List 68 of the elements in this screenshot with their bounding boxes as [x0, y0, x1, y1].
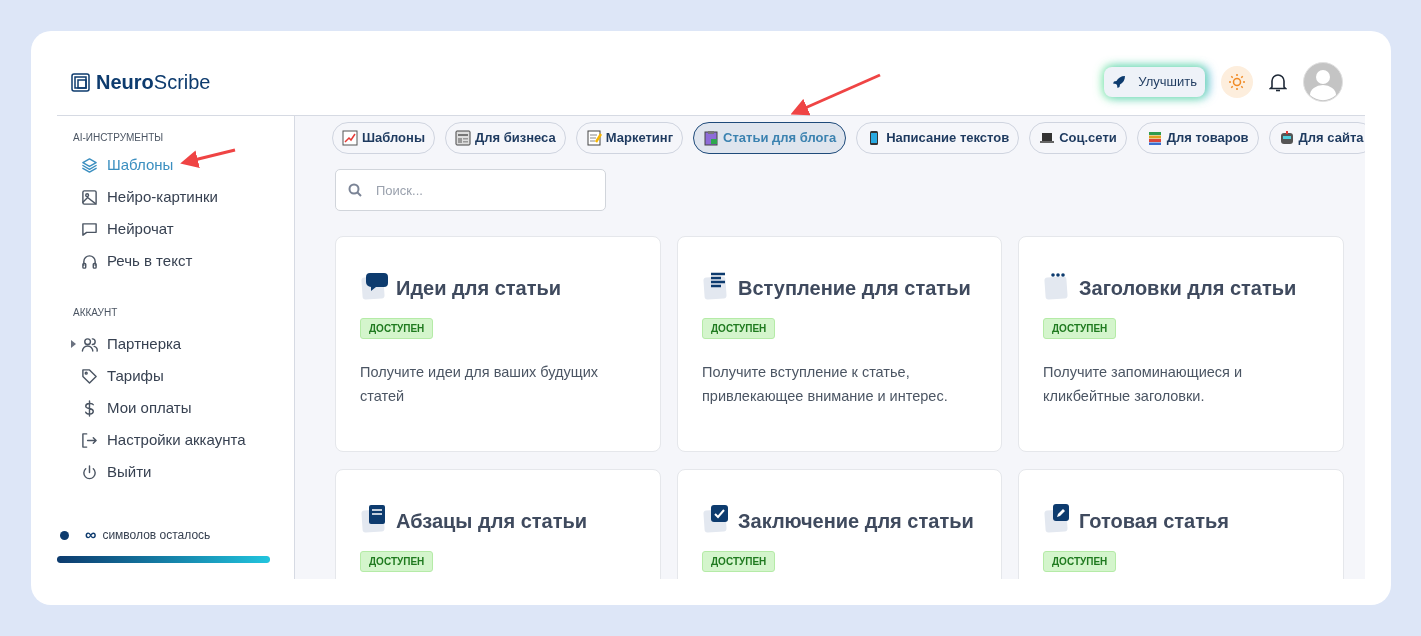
laptop-icon	[1039, 130, 1056, 146]
tag-icon	[81, 367, 98, 385]
category-chip[interactable]: Для сайта	[1268, 122, 1365, 154]
search-icon	[348, 183, 362, 197]
credits-text: символов осталось	[102, 527, 211, 544]
sidebar-item[interactable]: Нейро-картинки	[57, 181, 294, 213]
card-title: Идеи для статьи	[396, 276, 562, 301]
sidebar-item[interactable]: Мои оплаты	[57, 392, 294, 424]
memo-icon	[585, 130, 602, 146]
search-field[interactable]: Поиск...	[335, 169, 606, 211]
chat-bubble-icon	[81, 220, 98, 238]
template-card[interactable]: Заключение для статьи ДОСТУПЕН	[677, 469, 1002, 579]
books-icon	[1146, 130, 1163, 146]
template-card[interactable]: Абзацы для статьи ДОСТУПЕН	[335, 469, 661, 579]
status-badge: ДОСТУПЕН	[702, 551, 776, 572]
logo-text: NeuroScribe	[96, 70, 211, 95]
caret-icon[interactable]	[71, 340, 76, 348]
status-badge: ДОСТУПЕН	[702, 318, 776, 339]
category-chip[interactable]: Для товаров	[1136, 122, 1259, 154]
template-card[interactable]: Вступление для статьи ДОСТУПЕН Получите вступление к статье, привлекающее внимание и интерес.	[677, 236, 1002, 452]
power-icon	[81, 463, 98, 481]
category-chip[interactable]: Для бизнеса	[445, 122, 566, 154]
section-heading: АККАУНТ	[72, 306, 119, 320]
annotation-arrow	[180, 148, 236, 168]
template-card[interactable]: Готовая статья ДОСТУПЕН	[1018, 469, 1344, 579]
users-icon	[81, 335, 98, 353]
robot-icon	[1278, 130, 1295, 146]
card-title: Заключение для статьи	[738, 509, 974, 534]
template-card[interactable]: Идеи для статьи ДОСТУПЕН Получите идеи для ваших будущих статей	[335, 236, 661, 452]
card-title: Заголовки для статьи	[1079, 276, 1297, 301]
infinity-symbol: ∞	[85, 527, 97, 543]
card-title: Вступление для статьи	[738, 276, 971, 301]
upgrade-button[interactable]: Улучшить	[1104, 67, 1205, 97]
category-chip[interactable]: Маркетинг	[575, 122, 684, 154]
card-title: Готовая статья	[1079, 509, 1229, 534]
status-badge: ДОСТУПЕН	[1043, 551, 1117, 572]
card-description: Получите идеи для ваших будущих статей	[360, 363, 600, 406]
sidebar-item[interactable]: Тарифы	[57, 360, 294, 392]
sidebar-item[interactable]: Речь в текст	[57, 245, 294, 277]
image-icon	[81, 188, 98, 206]
logo-icon	[71, 72, 90, 92]
sidebar-item[interactable]: Выйти	[57, 456, 294, 488]
theme-toggle-button[interactable]	[1221, 66, 1253, 98]
clipboard-icon	[703, 130, 720, 146]
sidebar-item[interactable]: Нейрочат	[57, 213, 294, 245]
sidebar-item[interactable]: Настройки аккаунта	[57, 424, 294, 456]
layers-icon	[81, 156, 98, 174]
sidebar-item[interactable]: Шаблоны	[57, 149, 294, 181]
chart-icon	[342, 130, 358, 146]
card-description: Получите запоминающиеся и кликбейтные заголовки.	[1043, 363, 1244, 406]
status-badge: ДОСТУПЕН	[1043, 318, 1117, 339]
card-title: Абзацы для статьи	[396, 509, 588, 534]
logout-icon	[81, 431, 98, 449]
card-description: Получите вступление к статье, привлекающее внимание и интерес.	[702, 363, 949, 406]
section-heading: AI-ИНСТРУМЕНТЫ	[72, 131, 165, 145]
speech-bubble-icon	[360, 271, 390, 301]
rocket-icon	[1112, 75, 1127, 89]
sidebar-item[interactable]: Партнерка	[57, 328, 294, 360]
sun-icon	[1228, 73, 1246, 91]
status-badge: ДОСТУПЕН	[360, 551, 434, 572]
category-chip[interactable]: Написание текстов	[856, 122, 1020, 154]
newspaper-icon	[455, 130, 471, 146]
notification-bell-icon[interactable]	[1269, 72, 1287, 92]
category-chip[interactable]: Шаблоны	[332, 122, 435, 154]
status-badge: ДОСТУПЕН	[360, 318, 434, 339]
headphones-icon	[81, 252, 98, 270]
template-card[interactable]: Заголовки для статьи ДОСТУПЕН Получите запоминающиеся и кликбейтные заголовки.	[1018, 236, 1344, 452]
category-chip[interactable]: Соц.сети	[1029, 122, 1127, 154]
